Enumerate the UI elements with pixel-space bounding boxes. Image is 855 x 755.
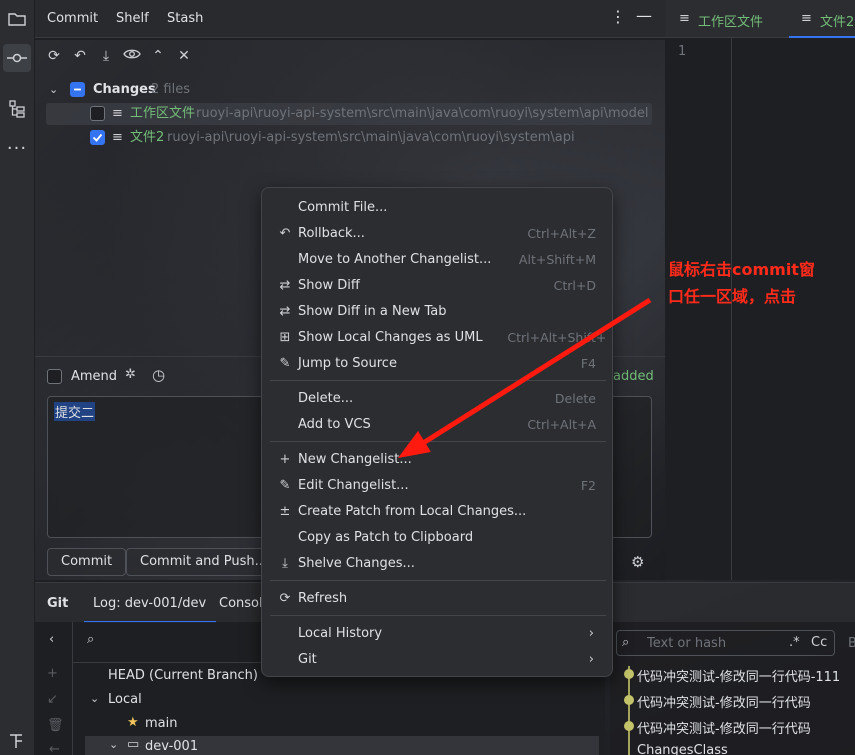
annotation-line-1: 鼠标右击commit窗 [668, 260, 815, 279]
annotation-text: 鼠标右击commit窗 口任一区域，点击 [668, 256, 855, 310]
annotation-arrow [398, 297, 652, 458]
annotation-line-2: 口任一区域，点击 [668, 287, 797, 306]
